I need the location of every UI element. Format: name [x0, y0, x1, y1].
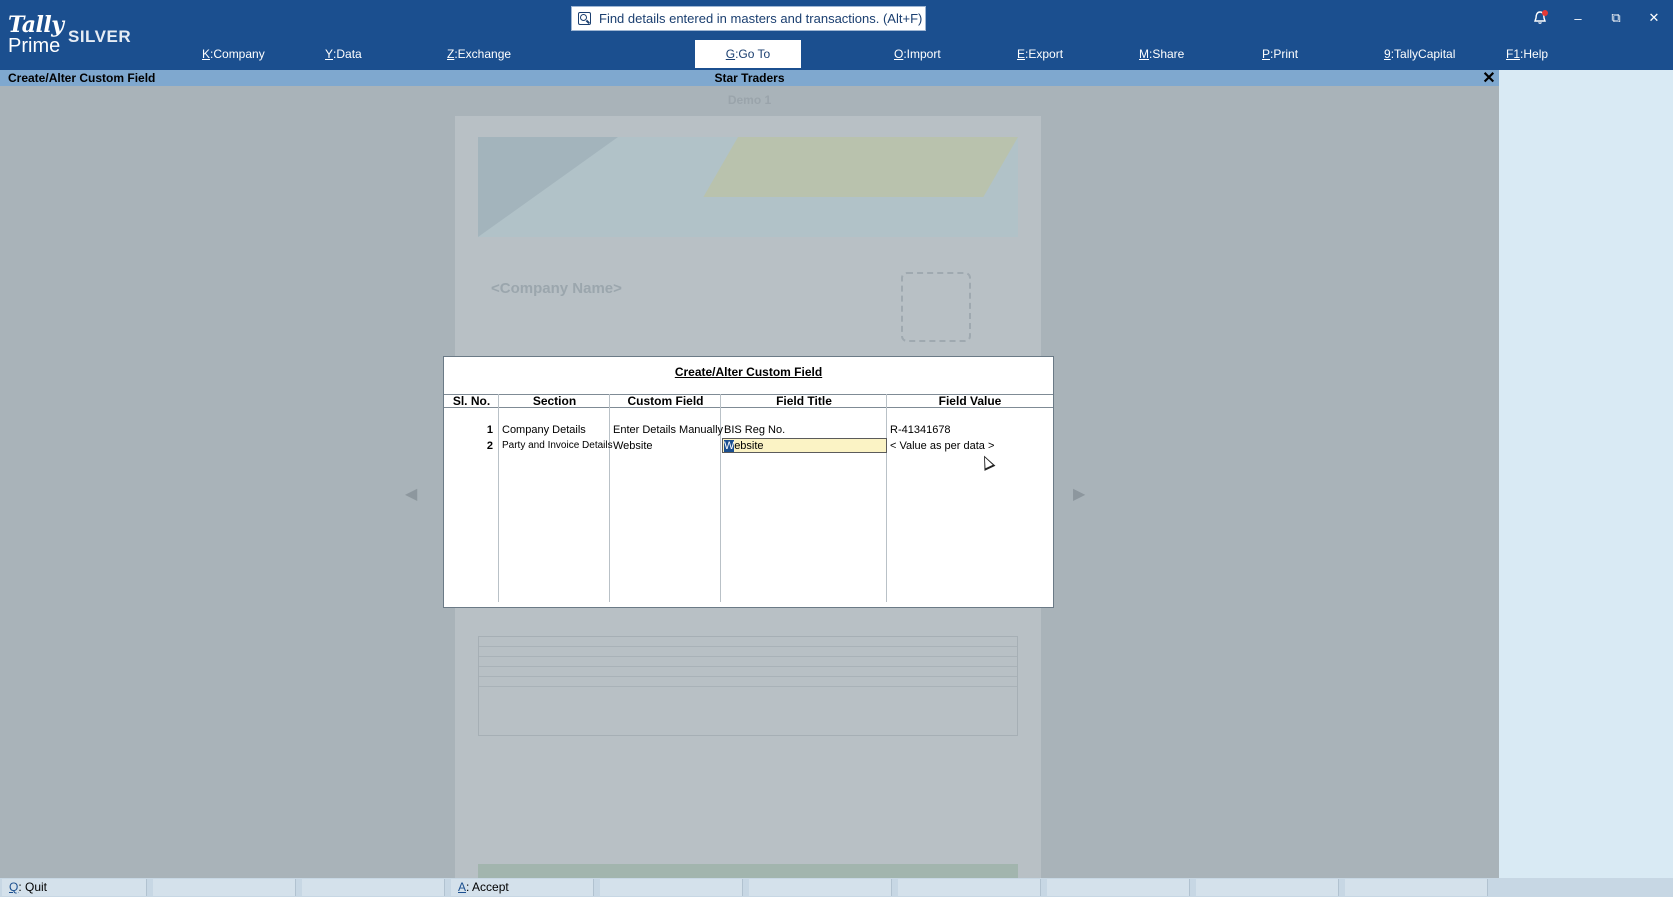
column-divider [886, 394, 887, 602]
menu-data[interactable]: Y:Data [325, 40, 362, 68]
menu-key: K [202, 47, 211, 61]
menu-label: :Share [1149, 47, 1185, 61]
empty-button[interactable] [1196, 879, 1339, 896]
menu-company[interactable]: K:Company [202, 40, 265, 68]
company-name: Star Traders [714, 71, 785, 85]
column-divider [498, 394, 499, 602]
header-field-value: Field Value [938, 394, 1002, 408]
empty-button[interactable] [302, 879, 445, 896]
menu-label: :Company [210, 47, 265, 61]
header-field-title: Field Title [776, 394, 832, 408]
top-bar: Tally Prime SILVER Find details entered … [0, 0, 1673, 70]
right-button-panel [1499, 70, 1673, 878]
menu-label: :Go To [735, 47, 771, 61]
search-icon [578, 11, 592, 26]
search-placeholder: Find details entered in masters and tran… [599, 11, 923, 26]
accept-label: : Accept [466, 880, 509, 894]
menu-bar: K:Company Y:Data Z:Exchange G:Go To O:Im… [0, 40, 1673, 70]
menu-key: O [894, 47, 904, 61]
menu-label: :Data [333, 47, 362, 61]
menu-label: :Help [1520, 47, 1549, 61]
company-name-placeholder: <Company Name> [491, 280, 622, 297]
menu-key: 9 [1384, 47, 1391, 61]
demo-label: Demo 1 [727, 93, 772, 107]
empty-button[interactable] [153, 879, 296, 896]
accept-key: A [458, 880, 467, 894]
empty-button[interactable] [898, 879, 1041, 896]
restore-button[interactable]: ⧉ [1597, 6, 1635, 30]
menu-print[interactable]: P:Print [1262, 40, 1298, 68]
menu-help[interactable]: F1:Help [1506, 40, 1548, 68]
menu-key: G [725, 47, 736, 61]
dialog-title: Create/Alter Custom Field [444, 365, 1053, 379]
menu-label: :Export [1025, 47, 1064, 61]
row-custom-field[interactable]: Enter Details Manually [613, 423, 723, 437]
row-section[interactable]: Company Details [502, 423, 586, 437]
notification-bell-icon[interactable] [1521, 6, 1559, 30]
menu-import[interactable]: O:Import [894, 40, 941, 68]
menu-key: E [1017, 47, 1026, 61]
row-sl-no: 2 [486, 440, 493, 452]
menu-label: :TallyCapital [1390, 47, 1456, 61]
menu-share[interactable]: M:Share [1139, 40, 1184, 68]
table-header: Sl. No. Section Custom Field Field Title… [444, 394, 1053, 408]
minimize-button[interactable]: – [1559, 6, 1597, 30]
menu-key: Y [325, 47, 334, 61]
menu-key: F1 [1506, 47, 1521, 61]
empty-button[interactable] [1345, 879, 1488, 896]
row-section[interactable]: Party and Invoice Details [502, 439, 613, 453]
empty-button[interactable] [1047, 879, 1190, 896]
row-custom-field[interactable]: Website [613, 439, 653, 453]
invoice-table-preview [478, 636, 1018, 736]
empty-button[interactable] [600, 879, 743, 896]
row-field-value[interactable]: R-41341678 [890, 423, 951, 437]
window-controls: – ⧉ ✕ [1521, 6, 1673, 30]
column-divider [609, 394, 610, 602]
menu-exchange[interactable]: Z:Exchange [447, 40, 511, 68]
menu-key: M [1139, 47, 1149, 61]
header-custom-field: Custom Field [627, 394, 704, 408]
header-section: Section [532, 394, 577, 408]
row-field-title[interactable]: BIS Reg No. [724, 423, 785, 437]
empty-button[interactable] [749, 879, 892, 896]
menu-goto[interactable]: G:Go To [695, 40, 801, 68]
menu-tallycapital[interactable]: 9:TallyCapital [1384, 40, 1455, 68]
logo-placeholder-icon [901, 272, 971, 342]
menu-key: Z [447, 47, 455, 61]
field-title-value: ebsite [734, 440, 764, 452]
quit-button[interactable]: Q: Quit [2, 879, 147, 896]
logo-tally-text: Tally [8, 12, 64, 38]
search-input[interactable]: Find details entered in masters and tran… [571, 6, 926, 31]
field-title-input[interactable]: Website [722, 438, 887, 453]
menu-label: :Import [903, 47, 941, 61]
previous-page-icon[interactable]: ◀ [405, 484, 417, 504]
row-sl-no: 1 [486, 424, 493, 436]
next-page-icon[interactable]: ▶ [1073, 484, 1085, 504]
accept-button[interactable]: A: Accept [451, 879, 594, 896]
close-screen-button[interactable]: ✕ [1480, 71, 1498, 87]
row-field-value[interactable]: < Value as per data > [890, 439, 994, 453]
bottom-button-bar: Q: Quit A: Accept [0, 878, 1673, 897]
invoice-banner [478, 137, 1018, 237]
dialog-title-text: Create/Alter Custom Field [674, 365, 823, 379]
quit-label: : Quit [18, 880, 48, 894]
screen-title: Create/Alter Custom Field [8, 71, 156, 85]
header-sl-no: Sl. No. [452, 394, 491, 408]
screen-header: Star Traders Create/Alter Custom Field [0, 70, 1499, 86]
quit-key: Q [9, 880, 19, 894]
text-cursor: W [724, 440, 735, 452]
menu-label: :Print [1270, 47, 1299, 61]
invoice-footer-bar [478, 864, 1018, 878]
custom-field-dialog: Create/Alter Custom Field Sl. No. Sectio… [443, 356, 1054, 608]
menu-label: :Exchange [454, 47, 512, 61]
menu-key: P [1262, 47, 1271, 61]
menu-export[interactable]: E:Export [1017, 40, 1063, 68]
close-window-button[interactable]: ✕ [1635, 6, 1673, 30]
